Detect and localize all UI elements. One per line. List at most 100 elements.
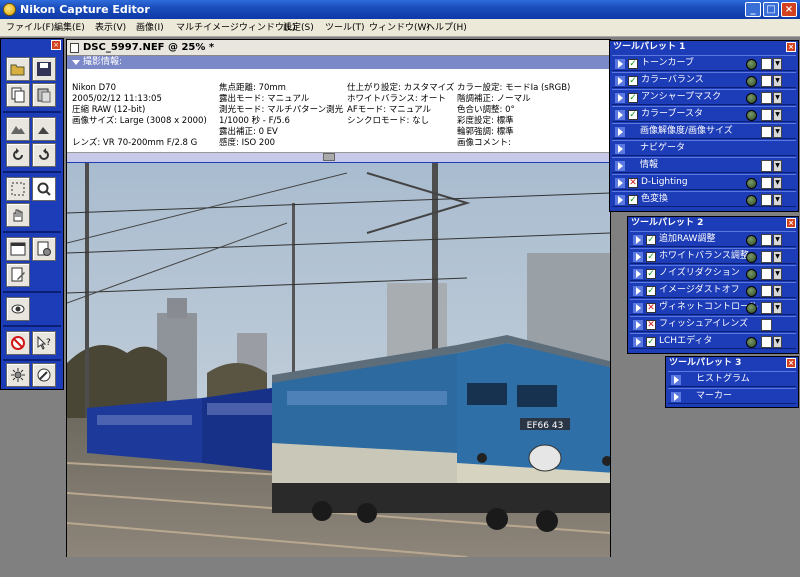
expand-triangle-icon[interactable] — [671, 375, 681, 385]
info-scroll-thumb[interactable] — [323, 153, 335, 161]
palette-row-vignette[interactable]: ✕ ヴィネットコントロール ▼ — [630, 299, 796, 315]
marquee-button[interactable] — [6, 177, 30, 201]
dropdown-arrow-icon[interactable]: ▼ — [773, 302, 782, 314]
dropdown-arrow-icon[interactable]: ▼ — [773, 268, 782, 280]
page-icon[interactable] — [761, 268, 772, 280]
menu-image[interactable]: 画像(I) — [133, 21, 167, 35]
dropdown-arrow-icon[interactable]: ▼ — [773, 194, 782, 206]
apply-dot-icon[interactable] — [746, 252, 757, 263]
disabled-checkbox[interactable]: ✕ — [628, 178, 638, 188]
menu-help[interactable]: ヘルプ(H) — [423, 21, 470, 35]
batch-button[interactable] — [32, 237, 56, 261]
menu-tools[interactable]: ツール(T) — [322, 21, 368, 35]
enable-checkbox[interactable]: ✓ — [628, 93, 638, 103]
page-icon[interactable] — [761, 160, 772, 172]
levels-alt-button[interactable] — [32, 117, 56, 141]
page-icon[interactable] — [761, 285, 772, 297]
zoom-button[interactable] — [32, 177, 56, 201]
dropdown-arrow-icon[interactable]: ▼ — [773, 92, 782, 104]
dropdown-arrow-icon[interactable]: ▼ — [773, 126, 782, 138]
minimize-button[interactable]: _ — [745, 2, 761, 17]
palette-row-dust-off[interactable]: ✓ イメージダストオフ ▼ — [630, 282, 796, 298]
apply-dot-icon[interactable] — [746, 269, 757, 280]
palette-row-fisheye[interactable]: ✕ フィッシュアイレンズ — [630, 316, 796, 332]
apply-dot-icon[interactable] — [746, 286, 757, 297]
apply-dot-icon[interactable] — [746, 337, 757, 348]
rotate-left-button[interactable] — [6, 143, 30, 167]
expand-triangle-icon[interactable] — [615, 161, 625, 171]
dropdown-arrow-icon[interactable]: ▼ — [773, 234, 782, 246]
expand-triangle-icon[interactable] — [615, 76, 625, 86]
enable-checkbox[interactable]: ✓ — [646, 337, 656, 347]
palette-row-color-balance[interactable]: ✓ カラーバランス ▼ — [612, 72, 796, 88]
page-icon[interactable] — [761, 126, 772, 138]
collapse-triangle-icon[interactable] — [72, 60, 80, 65]
palette-row-lch-editor[interactable]: ✓ LCHエディタ ▼ — [630, 333, 796, 349]
rotate-right-button[interactable] — [32, 143, 56, 167]
edit-list-button[interactable] — [6, 263, 30, 287]
levels-button[interactable] — [6, 117, 30, 141]
image-window-titlebar[interactable]: DSC_5997.NEF @ 25% * — [67, 40, 610, 56]
apply-dot-icon[interactable] — [746, 303, 757, 314]
dropdown-arrow-icon[interactable]: ▼ — [773, 109, 782, 121]
palette3-close-icon[interactable]: × — [786, 358, 796, 368]
expand-triangle-icon[interactable] — [615, 110, 625, 120]
copy-button[interactable] — [6, 83, 30, 107]
help-button[interactable]: ? — [32, 331, 56, 355]
enable-checkbox[interactable]: ✓ — [628, 195, 638, 205]
dropdown-arrow-icon[interactable]: ▼ — [773, 177, 782, 189]
apply-dot-icon[interactable] — [746, 59, 757, 70]
open-button[interactable] — [6, 57, 30, 81]
palette3-header[interactable]: ツールパレット 3 × — [666, 357, 798, 370]
page-icon[interactable] — [761, 92, 772, 104]
page-icon[interactable] — [761, 109, 772, 121]
app-icon[interactable] — [3, 3, 16, 16]
dropdown-arrow-icon[interactable]: ▼ — [773, 285, 782, 297]
expand-triangle-icon[interactable] — [633, 252, 643, 262]
apply-dot-icon[interactable] — [746, 178, 757, 189]
preview-button[interactable] — [6, 297, 30, 321]
apply-dot-icon[interactable] — [746, 235, 757, 246]
expand-triangle-icon[interactable] — [633, 303, 643, 313]
expand-triangle-icon[interactable] — [615, 93, 625, 103]
apply-dot-icon[interactable] — [746, 76, 757, 87]
enable-checkbox[interactable]: ✓ — [628, 110, 638, 120]
page-icon[interactable] — [761, 251, 772, 263]
enable-checkbox[interactable]: ✓ — [628, 59, 638, 69]
palette-row-raw-adjust[interactable]: ✓ 追加RAW調整 ▼ — [630, 231, 796, 247]
menu-settings[interactable]: 設定(S) — [280, 21, 317, 35]
light-button[interactable] — [6, 363, 30, 387]
expand-triangle-icon[interactable] — [633, 286, 643, 296]
palette-row-marker[interactable]: マーカー — [668, 388, 796, 404]
enable-checkbox[interactable]: ✓ — [646, 286, 656, 296]
palette-row-color-convert[interactable]: ✓ 色変換 ▼ — [612, 191, 796, 207]
apply-dot-icon[interactable] — [746, 93, 757, 104]
disabled-checkbox[interactable]: ✕ — [646, 303, 656, 313]
palette-row-white-balance[interactable]: ✓ ホワイトバランス調整 ▼ — [630, 248, 796, 264]
enable-checkbox[interactable]: ✓ — [646, 252, 656, 262]
apply-dot-icon[interactable] — [746, 195, 757, 206]
palette-row-navigator[interactable]: ナビゲータ — [612, 140, 796, 156]
expand-triangle-icon[interactable] — [633, 269, 643, 279]
palette-row-color-booster[interactable]: ✓ カラーブースタ ▼ — [612, 106, 796, 122]
dropdown-arrow-icon[interactable]: ▼ — [773, 336, 782, 348]
expand-triangle-icon[interactable] — [633, 235, 643, 245]
hand-button[interactable] — [6, 203, 30, 227]
palette2-header[interactable]: ツールパレット 2 × — [628, 217, 798, 230]
palette-row-histogram[interactable]: ヒストグラム — [668, 371, 796, 387]
disabled-checkbox[interactable]: ✕ — [646, 320, 656, 330]
page-icon[interactable] — [761, 234, 772, 246]
palette2-close-icon[interactable]: × — [786, 218, 796, 228]
expand-triangle-icon[interactable] — [671, 392, 681, 402]
apply-dot-icon[interactable] — [746, 110, 757, 121]
menu-file[interactable]: ファイル(F) — [3, 21, 57, 35]
dropper-button[interactable] — [32, 363, 56, 387]
enable-checkbox[interactable]: ✓ — [646, 269, 656, 279]
expand-triangle-icon[interactable] — [615, 195, 625, 205]
photo-canvas[interactable]: EF66 43 — [67, 163, 610, 557]
palette-row-unsharp-mask[interactable]: ✓ アンシャープマスク ▼ — [612, 89, 796, 105]
page-icon[interactable] — [761, 319, 772, 331]
menu-view[interactable]: 表示(V) — [92, 21, 129, 35]
expand-triangle-icon[interactable] — [615, 178, 625, 188]
palette-row-noise-reduction[interactable]: ✓ ノイズリダクション ▼ — [630, 265, 796, 281]
